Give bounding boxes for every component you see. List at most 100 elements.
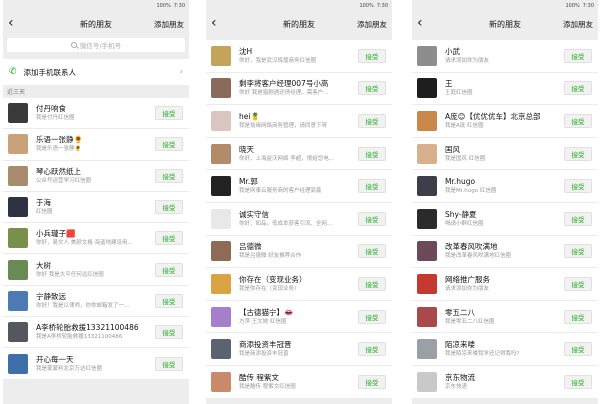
friend-request-row[interactable]: A庞😊【优优优车】北京总部 我是A庞 红信圈 接受 xyxy=(412,105,598,138)
avatar xyxy=(211,371,231,392)
accept-button[interactable]: 接受 xyxy=(564,211,592,226)
friend-request-row[interactable]: 【古德猫宁】👄 方萍 王文她 红信圈 接受 xyxy=(206,301,392,334)
accept-button[interactable]: 接受 xyxy=(564,309,592,324)
avatar xyxy=(211,273,231,294)
friend-request-row[interactable]: 小武 请求添加你为朋友 接受 xyxy=(412,40,598,73)
contact-name: 剩李将客户经理007号小高 xyxy=(239,79,329,89)
request-message: 我是A庞 红信圈 xyxy=(445,122,484,129)
accept-button[interactable]: 接受 xyxy=(358,179,386,194)
accept-button[interactable]: 接受 xyxy=(358,48,386,63)
avatar xyxy=(8,259,28,280)
avatar xyxy=(417,78,437,99)
friend-request-row[interactable]: 诚实守信 你好，如品，低成本获客引流、全网... 接受 xyxy=(206,203,392,236)
friend-request-row[interactable]: 改革春风吹满地 我是改革春风吹满地红信圈 接受 xyxy=(412,236,598,269)
avatar xyxy=(8,228,28,249)
friend-request-row[interactable]: Mr.hugo 我是Mr.hugo 红信圈 接受 xyxy=(412,170,598,203)
friend-request-row[interactable]: 王王庭红信圈 接受 xyxy=(412,73,598,106)
contact-name: Shy-静夏 xyxy=(445,209,477,219)
accept-button[interactable]: 接受 xyxy=(564,146,592,161)
accept-button[interactable]: 接受 xyxy=(155,356,183,371)
accept-button[interactable]: 接受 xyxy=(358,146,386,161)
friend-request-row[interactable]: 剩李将客户经理007号小高 你好 我是猎剧遇还债经理，需客户... 接受 xyxy=(206,73,392,106)
friend-request-row[interactable]: 沈H 你好，我是武汉辉煌商务红信圈 接受 xyxy=(206,40,392,73)
request-message: 你好 我是猎剧遇还债经理，需客户... xyxy=(239,90,329,97)
accept-button[interactable]: 接受 xyxy=(155,106,183,121)
accept-button[interactable]: 接受 xyxy=(155,262,183,277)
accept-button[interactable]: 接受 xyxy=(358,113,386,128)
friend-request-row[interactable]: Shy-静夏 喝请小群红信圈 接受 xyxy=(412,203,598,236)
request-list: 小武 请求添加你为朋友 接受王王庭红信圈 接受 A庞😊【优优优车】北京总部 我是A庞 红信… xyxy=(412,40,598,399)
accept-button[interactable]: 接受 xyxy=(358,374,386,389)
friend-request-row[interactable]: 付丹响食 我是付丹红信圈 接受 xyxy=(3,98,189,130)
friend-request-row[interactable]: hei🍍 我是翁缘网络商务管理，请同意下呀 接受 xyxy=(206,105,392,138)
avatar xyxy=(211,241,231,262)
add-phone-contacts-item[interactable]: ✆ 添加手机联系人 › xyxy=(3,59,189,85)
friend-request-row[interactable]: 宁静致远 你好！我是以律师，你你邮箱发了一... 接受 xyxy=(3,286,189,318)
request-list: 付丹响食 我是付丹红信圈 接受 乐语一张静🌻 我是乐语一张静🌻 接受 琴心跃然纸上 公众号运营… xyxy=(3,98,189,380)
contact-name: 小武 xyxy=(445,46,460,56)
friend-request-row[interactable]: 陌凉来喽 我是陌凉来喽我学还记得我吗? 接受 xyxy=(412,333,598,366)
avatar xyxy=(417,339,437,360)
accept-button[interactable]: 接受 xyxy=(564,342,592,357)
friend-request-row[interactable]: 大树 你好 我是大平任何远红信圈 接受 xyxy=(3,254,189,286)
add-friend-button[interactable]: 添加朋友 xyxy=(563,19,593,30)
section-header: 近三天 xyxy=(3,85,189,98)
avatar xyxy=(8,103,28,124)
accept-button[interactable]: 接受 xyxy=(155,231,183,246)
avatar xyxy=(211,208,231,229)
friend-request-row[interactable]: 乐语一张静🌻 我是乐语一张静🌻 接受 xyxy=(3,129,189,161)
contact-name: 酷传 程紫文 xyxy=(239,372,279,382)
time-text: 7:30 xyxy=(582,2,594,9)
avatar xyxy=(417,45,437,66)
request-message: 你好，上海益沃网络 李超，很给您电... xyxy=(239,155,334,162)
friend-request-row[interactable]: 商添投资丰冠晋 我是商添投资丰冠晋 接受 xyxy=(206,333,392,366)
friend-request-row[interactable]: 于海 红信圈 接受 xyxy=(3,192,189,224)
accept-button[interactable]: 接受 xyxy=(358,81,386,96)
accept-button[interactable]: 接受 xyxy=(358,211,386,226)
friend-request-row[interactable]: 小兵瓏子🟥 你好，易文人 美颜文格 海盗地建设用... 接受 xyxy=(3,223,189,255)
friend-request-row[interactable]: 开心每一天 我是蒙蒙利北京万达红信圈 接受 xyxy=(3,348,189,380)
accept-button[interactable]: 接受 xyxy=(564,179,592,194)
contact-name: 京东物流 xyxy=(445,372,475,382)
request-message: 我是零五二八红信圈 xyxy=(445,318,495,325)
friend-request-row[interactable]: 吕德微 我是吕德微 好友推荐合作 接受 xyxy=(206,236,392,269)
friend-request-row[interactable]: 酷传 程紫文 我是酷传 程紫文红信圈 接受 xyxy=(206,366,392,399)
search-input[interactable]: 微信号/手机号 xyxy=(7,38,185,52)
accept-button[interactable]: 接受 xyxy=(358,309,386,324)
accept-button[interactable]: 接受 xyxy=(564,374,592,389)
contact-name: 沈H xyxy=(239,46,253,56)
add-friend-button[interactable]: 添加朋友 xyxy=(357,19,387,30)
accept-button[interactable]: 接受 xyxy=(155,200,183,215)
accept-button[interactable]: 接受 xyxy=(358,276,386,291)
contact-name: Mr.hugo xyxy=(445,177,476,187)
search-icon xyxy=(70,42,77,48)
avatar xyxy=(211,110,231,131)
avatar xyxy=(211,176,231,197)
friend-request-row[interactable]: 京东物流 京东快递 接受 xyxy=(412,366,598,399)
accept-button[interactable]: 接受 xyxy=(564,81,592,96)
accept-button[interactable]: 接受 xyxy=(564,244,592,259)
accept-button[interactable]: 接受 xyxy=(155,325,183,340)
accept-button[interactable]: 接受 xyxy=(155,293,183,308)
accept-button[interactable]: 接受 xyxy=(564,276,592,291)
friend-request-row[interactable]: 琴心跃然纸上 公众号运营学习红信圈 接受 xyxy=(3,161,189,192)
add-friend-button[interactable]: 添加朋友 xyxy=(154,19,184,30)
friend-request-row[interactable]: A李桥轮胎救援13321100486 我是A李桥轮胎救援13321100486 接受 xyxy=(3,317,189,349)
time-text: 7:30 xyxy=(173,2,185,9)
accept-button[interactable]: 接受 xyxy=(358,244,386,259)
friend-request-row[interactable]: 零五二八 我是零五二八红信圈 接受 xyxy=(412,301,598,334)
screen-2: 100% 7:30 ‹ 新的朋友 添加朋友 沈H 你好，我是武汉辉煌商务红信圈 接受… xyxy=(206,0,392,404)
friend-request-row[interactable]: 你存在（变现业务） 我是你存在（变现业务） 接受 xyxy=(206,268,392,301)
accept-button[interactable]: 接受 xyxy=(155,168,183,183)
status-bar: 100% 7:30 xyxy=(3,0,189,11)
contact-name: 小兵瓏子🟥 xyxy=(36,229,76,239)
accept-button[interactable]: 接受 xyxy=(155,137,183,152)
friend-request-row[interactable]: 国风 我是国风 红信圈 接受 xyxy=(412,138,598,171)
friend-request-row[interactable]: Mr.郭 我是网事云服务商的客户经理郭鑫 接受 xyxy=(206,170,392,203)
accept-button[interactable]: 接受 xyxy=(358,342,386,357)
friend-request-row[interactable]: 网络推广服务 请求添加你为朋友 接受 xyxy=(412,268,598,301)
accept-button[interactable]: 接受 xyxy=(564,48,592,63)
accept-button[interactable]: 接受 xyxy=(564,113,592,128)
friend-request-row[interactable]: 晓天 你好，上海益沃网络 李超，很给您电... 接受 xyxy=(206,138,392,171)
contact-name: 于海 xyxy=(36,198,51,208)
